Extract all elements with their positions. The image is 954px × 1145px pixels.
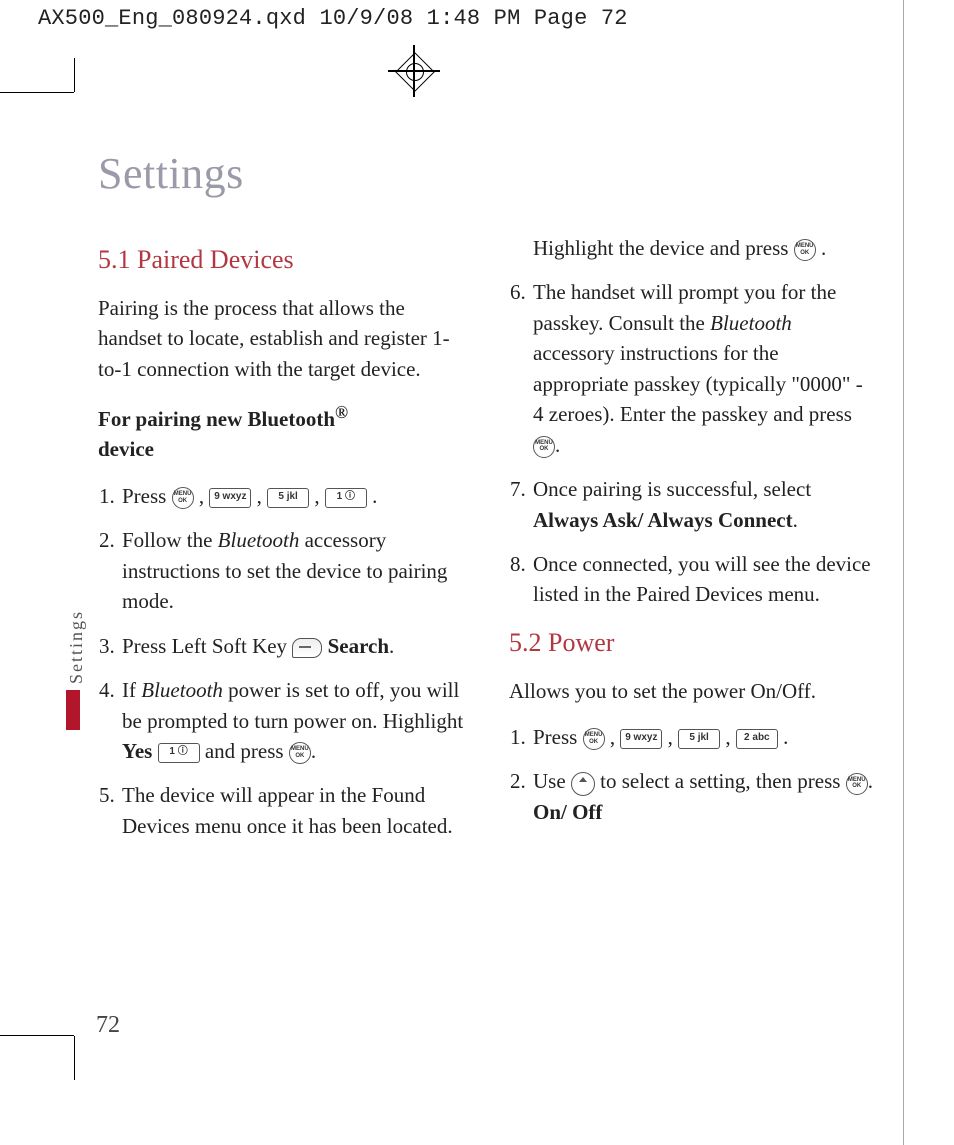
paragraph: Allows you to set the power On/Off. — [509, 676, 878, 706]
five-key-icon: 5 jkl — [267, 488, 309, 508]
ordered-steps-power: Press MENU OK , 9 wxyz , 5 jkl , 2 abc .… — [509, 722, 878, 827]
menu-ok-key-icon: MENU OK — [794, 239, 816, 261]
menu-ok-key-icon: MENU OK — [846, 773, 868, 795]
nav-up-down-key-icon — [571, 772, 595, 796]
page-number: 72 — [96, 1012, 120, 1039]
subheading-pairing: For pairing new Bluetooth® device — [98, 400, 467, 465]
list-item: The handset will prompt you for the pass… — [531, 277, 878, 460]
nine-key-icon: 9 wxyz — [209, 488, 251, 508]
registration-marks — [0, 27, 954, 65]
page-title: Settings — [98, 148, 878, 199]
trim-line-right — [903, 0, 904, 1145]
list-item: Once pairing is successful, select Alway… — [531, 474, 878, 535]
menu-ok-key-icon: MENU OK — [289, 742, 311, 764]
side-tab: Settings — [66, 610, 94, 730]
crop-mark-bottom-icon — [0, 1035, 74, 1036]
list-item: Once connected, you will see the device … — [531, 549, 878, 610]
content-columns: 5.1 Paired Devices Pairing is the proces… — [98, 233, 878, 841]
paragraph: Pairing is the process that allows the h… — [98, 293, 467, 384]
list-item: Press MENU OK , 9 wxyz , 5 jkl , 2 abc . — [531, 722, 878, 752]
side-tab-label: Settings — [66, 610, 87, 684]
section-heading-paired-devices: 5.1 Paired Devices — [98, 241, 467, 279]
section-heading-power: 5.2 Power — [509, 624, 878, 662]
one-key-icon: 1 ⓘ — [158, 743, 200, 763]
menu-ok-key-icon: MENU OK — [583, 728, 605, 750]
menu-ok-key-icon: MENU OK — [533, 436, 555, 458]
left-soft-key-icon — [292, 638, 322, 658]
list-item: Press Left Soft Key Search. — [120, 631, 467, 661]
list-item: If Bluetooth power is set to off, you wi… — [120, 675, 467, 766]
list-item: Use to select a setting, then press MENU… — [531, 766, 878, 827]
crop-mark-top-icon — [0, 92, 74, 93]
five-key-icon: 5 jkl — [678, 729, 720, 749]
two-key-icon: 2 abc — [736, 729, 778, 749]
menu-ok-key-icon: MENU OK — [172, 487, 194, 509]
nine-key-icon: 9 wxyz — [620, 729, 662, 749]
list-item: Press MENU OK , 9 wxyz , 5 jkl , 1 ⓘ . — [120, 481, 467, 511]
registration-target-icon — [394, 51, 434, 91]
side-tab-bar — [66, 690, 80, 730]
one-key-icon: 1 ⓘ — [325, 488, 367, 508]
list-item: Follow the Bluetooth accessory instructi… — [120, 525, 467, 616]
